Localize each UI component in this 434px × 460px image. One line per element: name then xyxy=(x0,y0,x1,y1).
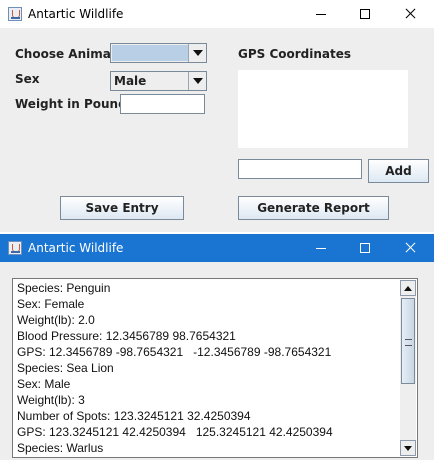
report-line: Species: Penguin xyxy=(17,281,111,295)
form-window-title: Antartic Wildlife xyxy=(28,7,124,21)
form-window-titlebar[interactable]: Antartic Wildlife xyxy=(0,0,434,28)
scroll-down-icon[interactable] xyxy=(400,440,416,456)
close-icon[interactable] xyxy=(388,0,434,28)
report-line: Weight(lb): 3 xyxy=(17,393,85,407)
report-line: Species: Warlus xyxy=(17,441,104,455)
choose-animal-dropdown[interactable] xyxy=(110,43,207,63)
report-line: Blood Pressure: 12.3456789 98.7654321 xyxy=(17,329,236,343)
minimize-icon[interactable] xyxy=(298,0,344,28)
report-line: Sex: Male xyxy=(17,377,71,391)
report-line: GPS: 12.3456789 -98.7654321 -12.3456789 … xyxy=(17,345,332,359)
weight-label: Weight in Pounds xyxy=(15,97,134,111)
report-line: Sex: Female xyxy=(17,297,85,311)
gps-coordinates-list[interactable] xyxy=(238,70,408,148)
scroll-up-icon[interactable] xyxy=(400,280,416,296)
close-icon[interactable] xyxy=(388,234,434,262)
maximize-icon[interactable] xyxy=(342,0,388,28)
choose-animal-label: Choose Animal xyxy=(15,47,115,61)
report-window-title: Antartic Wildlife xyxy=(28,241,124,255)
vertical-scrollbar[interactable] xyxy=(400,280,416,456)
weight-input[interactable] xyxy=(120,94,205,114)
report-line: Species: Sea Lion xyxy=(17,361,114,375)
report-line: GPS: 123.3245121 42.4250394 125.3245121 … xyxy=(17,425,333,439)
report-text-area[interactable]: Species: Penguin Sex: Female Weight(lb): 2… xyxy=(12,278,418,458)
report-window-titlebar[interactable]: Antartic Wildlife xyxy=(0,234,434,262)
generate-report-button[interactable]: Generate Report xyxy=(238,196,389,220)
java-app-icon xyxy=(8,7,22,21)
chevron-down-icon[interactable] xyxy=(188,72,206,90)
gps-label: GPS Coordinates xyxy=(238,47,352,61)
add-button[interactable]: Add xyxy=(368,159,429,183)
save-entry-button[interactable]: Save Entry xyxy=(60,196,184,220)
gps-input[interactable] xyxy=(238,159,362,179)
sex-label: Sex xyxy=(15,72,40,86)
scroll-thumb[interactable] xyxy=(401,298,415,384)
choose-animal-selection xyxy=(112,45,188,61)
report-line: Number of Spots: 123.3245121 32.4250394 xyxy=(17,409,251,423)
minimize-icon[interactable] xyxy=(298,234,344,262)
java-app-icon xyxy=(8,241,22,255)
report-line: Weight(lb): 2.0 xyxy=(17,313,95,327)
chevron-down-icon[interactable] xyxy=(188,44,206,62)
report-lines: Species: Penguin Sex: Female Weight(lb): 2… xyxy=(17,280,397,456)
maximize-icon[interactable] xyxy=(342,234,388,262)
sex-dropdown[interactable]: Male xyxy=(110,71,207,91)
form-window: Antartic Wildlife Choose Animal Sex Male… xyxy=(0,0,434,232)
sex-value: Male xyxy=(114,74,147,88)
